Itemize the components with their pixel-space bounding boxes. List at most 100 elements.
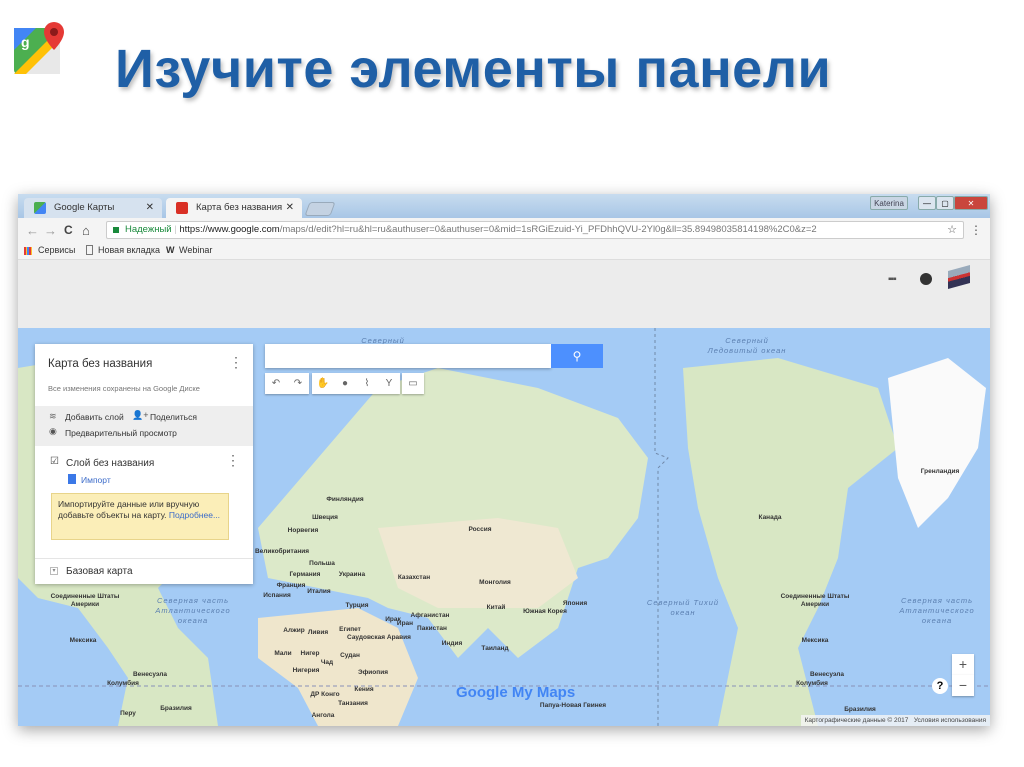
share-button[interactable]: Поделиться: [150, 412, 197, 422]
panel-actions: ≋ Добавить слой 👤+ Поделиться ◉ Предвари…: [35, 406, 253, 446]
url-path: /maps/d/edit?hl=ru&hl=ru&authuser=0&auth…: [279, 224, 817, 235]
add-layer-button[interactable]: Добавить слой: [65, 412, 124, 422]
layer-name[interactable]: Слой без названия: [66, 458, 154, 469]
back-button[interactable]: ←: [26, 223, 39, 238]
country-label: Япония: [562, 600, 588, 607]
page-icon: [86, 245, 93, 255]
user-profile-button[interactable]: Katerina: [870, 196, 908, 210]
redo-icon[interactable]: ↷: [287, 373, 309, 394]
help-button[interactable]: ?: [932, 678, 948, 694]
country-label: Соединенные Штаты Америки: [50, 593, 120, 608]
country-label: Танзания: [338, 700, 368, 707]
country-label: Россия: [468, 526, 492, 533]
tab-label: Карта без названия: [196, 202, 283, 213]
country-label: Колумбия: [107, 680, 139, 687]
country-label: Саудовская Аравия: [347, 634, 411, 641]
africa-land: [258, 608, 418, 726]
country-label: Мексика: [801, 637, 829, 644]
country-label: Ирак: [385, 616, 401, 623]
saved-status: Все изменения сохранены на Google Диске: [48, 384, 200, 393]
bookmark-webinar[interactable]: Webinar: [179, 242, 212, 259]
country-label: Казахстан: [397, 574, 431, 581]
layer-checkbox[interactable]: ☑: [50, 456, 59, 467]
country-label: Канада: [758, 514, 782, 521]
map-search-input[interactable]: [265, 344, 551, 368]
browser-screenshot: Google Карты ✕ Карта без названия ✕ Kateri…: [18, 194, 990, 726]
undo-icon[interactable]: ↶: [265, 373, 287, 394]
ocean-label: Северный Тихий океан: [646, 598, 720, 617]
webinar-icon: W: [166, 245, 175, 255]
lock-icon: [113, 227, 119, 233]
bookmarks-bar: Сервисы Новая вкладка W Webinar: [18, 242, 990, 260]
close-tab-icon[interactable]: ✕: [146, 198, 154, 218]
bookmark-star-icon[interactable]: ☆: [947, 222, 957, 238]
map-attribution: Картографические данные © 2017 Условия и…: [800, 715, 990, 726]
maximize-button[interactable]: ▢: [936, 196, 954, 210]
share-person-icon: 👤+: [132, 410, 149, 420]
attribution-text: Картографические данные © 2017: [804, 717, 909, 724]
terms-link[interactable]: Условия использования: [914, 717, 986, 724]
country-label: Италия: [307, 588, 331, 595]
directions-icon[interactable]: Y: [378, 373, 400, 394]
country-label: Турция: [345, 602, 369, 609]
reload-button[interactable]: C: [64, 223, 73, 237]
apps-grid-icon[interactable]: ▪▪▪: [888, 274, 897, 285]
slide-title: Изучите элементы панели: [115, 39, 832, 99]
layers-panel: Карта без названия ⋮ Все изменения сохра…: [35, 344, 253, 584]
map-title[interactable]: Карта без названия: [48, 358, 152, 370]
eye-icon: ◉: [49, 426, 57, 436]
date-line: [654, 328, 669, 726]
country-label: ДР Конго: [310, 691, 340, 698]
layer-options-icon[interactable]: ⋮: [226, 452, 240, 469]
country-label: Таиланд: [481, 645, 509, 652]
country-label: Мали: [274, 650, 292, 657]
zoom-out-button[interactable]: −: [952, 675, 974, 696]
drawing-toolbar: ✋ ● ⌇ Y: [312, 373, 400, 394]
google-maps-icon: [34, 202, 46, 214]
country-label: Чад: [320, 659, 334, 666]
country-label: Польша: [309, 560, 335, 567]
close-window-button[interactable]: ✕: [954, 196, 988, 210]
new-tab-button[interactable]: [304, 202, 336, 216]
country-label: Перу: [120, 710, 136, 717]
tab-google-maps[interactable]: Google Карты ✕: [24, 198, 162, 218]
zoom-in-button[interactable]: +: [952, 654, 974, 675]
import-link[interactable]: Импорт: [81, 475, 111, 485]
apps-icon: [24, 247, 32, 255]
forward-button[interactable]: →: [44, 223, 57, 238]
country-label: Венесуэла: [809, 671, 845, 678]
country-label: Алжир: [283, 627, 305, 634]
tab-label: Google Карты: [54, 202, 115, 213]
map-options-icon[interactable]: ⋮: [229, 354, 243, 371]
bookmark-new-tab[interactable]: Новая вкладка: [98, 242, 160, 259]
base-map-toggle[interactable]: Базовая карта: [66, 566, 133, 577]
tab-bar: Google Карты ✕ Карта без названия ✕ Kateri…: [18, 194, 990, 218]
tab-untitled-map[interactable]: Карта без названия ✕: [166, 198, 302, 218]
browser-menu-icon[interactable]: ⋮: [970, 223, 982, 237]
home-button[interactable]: ⌂: [82, 223, 90, 238]
country-label: Украина: [338, 571, 366, 578]
svg-text:g: g: [21, 34, 30, 50]
minimize-button[interactable]: —: [918, 196, 936, 210]
country-label: Эфиопия: [358, 669, 388, 676]
bookmark-services[interactable]: Сервисы: [38, 242, 75, 259]
google-my-maps-logo: Google My Maps: [456, 684, 575, 701]
country-label: Нигерия: [292, 667, 320, 674]
notifications-icon[interactable]: [920, 273, 932, 285]
country-label: Кения: [354, 686, 374, 693]
my-maps-icon: [176, 202, 188, 214]
country-label: Бразилия: [844, 706, 876, 713]
draw-line-icon[interactable]: ⌇: [356, 373, 378, 394]
country-label: Великобритания: [254, 548, 310, 555]
preview-button[interactable]: Предварительный просмотр: [65, 428, 177, 438]
country-label: Египет: [339, 626, 361, 633]
search-button[interactable]: ⚲: [551, 344, 603, 368]
marker-icon[interactable]: ●: [334, 373, 356, 394]
map-header: [18, 260, 990, 328]
close-tab-icon[interactable]: ✕: [286, 198, 294, 218]
url-input[interactable]: Надежный | https://www.google.com/maps/d…: [106, 221, 964, 239]
expand-base-map-icon[interactable]: ▾: [50, 567, 58, 575]
learn-more-link[interactable]: Подробнее...: [169, 510, 220, 520]
ruler-icon[interactable]: ▭: [402, 373, 424, 394]
hand-icon[interactable]: ✋: [312, 373, 334, 394]
